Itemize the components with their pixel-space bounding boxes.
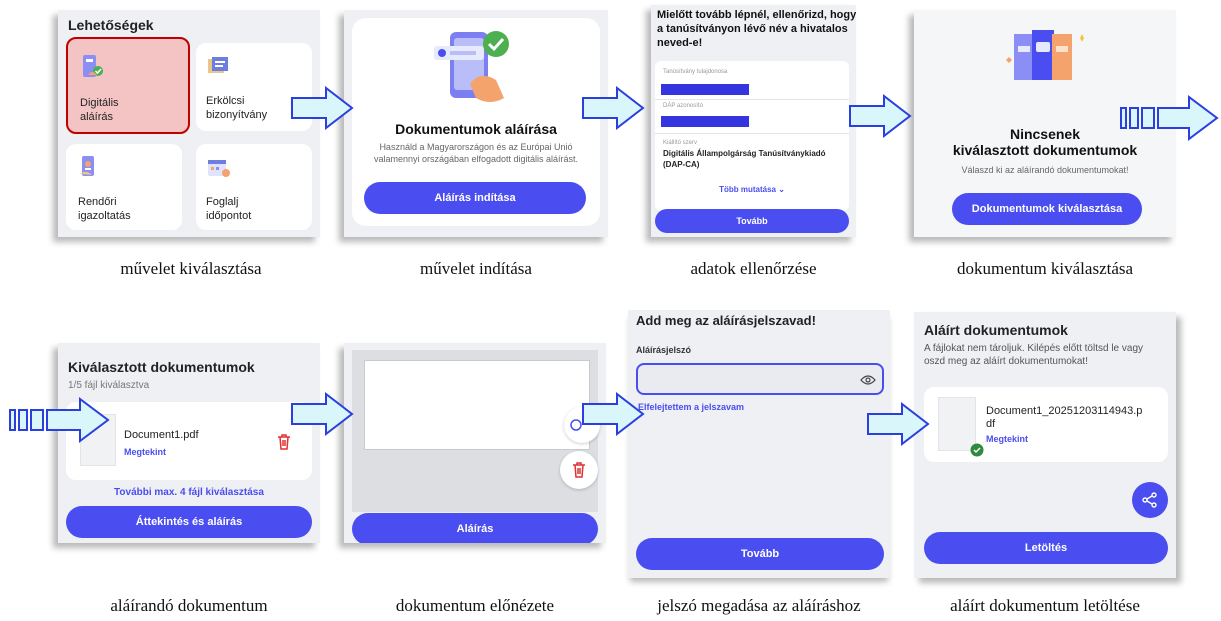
- panel-doc-preview: Aláírás: [344, 343, 606, 543]
- calendar-icon: [208, 160, 230, 177]
- selected-docs-title: Kiválasztott dokumentumok: [68, 359, 255, 375]
- select-documents-button[interactable]: Dokumentumok kiválasztása: [952, 193, 1142, 225]
- view-file-link[interactable]: Megtekint: [124, 447, 166, 457]
- check-circle-icon: [970, 443, 984, 457]
- tile-label-4b: időpontot: [206, 210, 252, 222]
- show-more-link[interactable]: Több mutatása ⌄: [655, 185, 849, 194]
- folders-icon: [1006, 30, 1084, 80]
- dap-redacted: [661, 116, 749, 127]
- divider: [655, 133, 849, 134]
- sign-title: Dokumentumok aláírása: [395, 121, 557, 137]
- tile-label-2a: Erkölcsi: [206, 95, 245, 107]
- continuation-arrow-icon: [1120, 95, 1219, 141]
- download-button[interactable]: Letöltés: [924, 532, 1168, 564]
- signed-file-card[interactable]: Document1_20251203114943.p df Megtekint: [924, 387, 1168, 462]
- owner-redacted: [661, 84, 749, 95]
- right-arrow-icon: [291, 86, 354, 130]
- field-issuer-value-1: Digitális Állampolgárság Tanúsítványkiad…: [663, 149, 826, 158]
- signed-file-name-1: Document1_20251203114943.p: [986, 405, 1143, 417]
- police-id-icon: [80, 156, 94, 176]
- right-arrow-icon: [582, 392, 645, 436]
- caption-step-7: jelszó megadása az aláíráshoz: [657, 596, 861, 615]
- share-button[interactable]: [1132, 482, 1168, 518]
- check-heading-1: Mielőtt tovább lépnél, ellenőrizd, hogy: [657, 9, 856, 21]
- delete-button[interactable]: [560, 451, 598, 489]
- tile-label-3a: Rendőri: [78, 196, 117, 208]
- caption-step-5: aláírandó dokumentum: [110, 596, 268, 615]
- panel-data-check: Mielőtt tovább lépnél, ellenőrizd, hogy …: [651, 5, 856, 237]
- divider: [655, 99, 849, 100]
- signed-desc-2: oszd meg az aláírt dokumentumokat!: [924, 356, 1088, 367]
- chevron-down-icon: ⌄: [778, 185, 785, 194]
- share-icon: [1142, 492, 1157, 508]
- caption-step-6: dokumentum előnézete: [395, 596, 555, 615]
- tile-label-2b: bizonyítvány: [206, 109, 268, 121]
- file-name: Document1.pdf: [124, 429, 199, 441]
- continue-button[interactable]: Tovább: [636, 538, 884, 570]
- tile-label-3b: igazoltatás: [78, 210, 131, 222]
- tile-label-1a: Digitális: [80, 97, 119, 109]
- field-owner-label: Tanúsítvány tulajdonosa: [663, 69, 728, 75]
- check-heading-2: a tanúsítványon lévő név a hivatalos: [657, 23, 848, 35]
- signed-file-name-2: df: [986, 418, 996, 430]
- right-arrow-icon: [849, 94, 912, 138]
- password-label: Aláírásjelszó: [636, 345, 692, 355]
- view-file-link[interactable]: Megtekint: [986, 434, 1028, 444]
- caption-step-4: dokumentum kiválasztása: [956, 259, 1134, 278]
- right-arrow-icon: [291, 392, 354, 436]
- eye-icon[interactable]: [860, 374, 876, 386]
- caption-step-2: művelet indítása: [420, 259, 532, 278]
- phone-check-icon: [434, 31, 509, 102]
- sign-button[interactable]: Aláírás: [352, 513, 598, 543]
- show-more-label: Több mutatása: [719, 185, 776, 194]
- signed-desc-1: A fájlokat nem tároljuk. Kilépés előtt t…: [924, 343, 1144, 354]
- certificate-details-card: Tanúsítvány tulajdonosa DÁP azonosító Ki…: [655, 61, 849, 211]
- panel-password: Add meg az aláírásjelszavad! Aláírásjels…: [628, 310, 890, 578]
- trash-icon: [573, 462, 585, 478]
- field-dap-label: DÁP azonosító: [663, 103, 703, 109]
- field-issuer-label: Kiállító szerv: [663, 140, 698, 146]
- panel-doc-to-sign: Kiválasztott dokumentumok 1/5 fájl kivál…: [58, 343, 320, 543]
- right-arrow-icon: [867, 402, 930, 446]
- options-title: Lehetőségek: [68, 17, 154, 33]
- sign-desc-1: Használd a Magyarországon és az Európai …: [379, 142, 573, 152]
- panel-action-select: Lehetőségek Digitális aláírás Erkölcsi b…: [58, 10, 320, 237]
- field-issuer-value-2: (DAP-CA): [663, 160, 700, 169]
- continue-button[interactable]: Tovább: [655, 209, 849, 233]
- panel-start-action: Dokumentumok aláírása Használd a Magyaro…: [344, 10, 608, 237]
- right-arrow-icon: [582, 86, 645, 130]
- check-heading-3: neved-e!: [657, 37, 703, 49]
- forgot-password-link[interactable]: Elfelejtettem a jelszavam: [638, 402, 744, 412]
- signed-docs-title: Aláírt dokumentumok: [924, 322, 1068, 338]
- sign-desc-2: valamennyi országában elfogadott digitál…: [373, 154, 579, 164]
- tile-digital-signature[interactable]: Digitális aláírás: [66, 37, 190, 134]
- panel-download: Aláírt dokumentumok A fájlokat nem tárol…: [914, 312, 1176, 578]
- caption-step-8: aláírt dokumentum letöltése: [950, 596, 1140, 615]
- select-more-link[interactable]: További max. 4 fájl kiválasztása: [58, 487, 320, 498]
- phone-sign-icon: [83, 55, 103, 77]
- trash-icon[interactable]: [277, 434, 291, 450]
- document-page: [364, 360, 590, 450]
- selected-count: 1/5 fájl kiválasztva: [68, 380, 150, 391]
- caption-step-3: adatok ellenőrzése: [690, 259, 817, 278]
- tile-police-check[interactable]: Rendőri igazoltatás: [66, 144, 182, 230]
- tile-book-appointment[interactable]: Foglalj időpontot: [196, 144, 312, 230]
- password-input[interactable]: [636, 363, 884, 395]
- password-title: Add meg az aláírásjelszavad!: [636, 313, 816, 328]
- tile-label-1b: aláírás: [80, 111, 114, 123]
- certificate-icon: [208, 57, 228, 73]
- continuation-arrow-icon: [9, 397, 110, 443]
- empty-desc: Válaszd ki az aláírandó dokumentumokat!: [961, 165, 1129, 175]
- caption-step-1: művelet kiválasztása: [120, 259, 262, 278]
- review-and-sign-button[interactable]: Áttekintés és aláírás: [66, 506, 312, 538]
- start-signing-button[interactable]: Aláírás indítása: [364, 182, 586, 214]
- empty-title-2: kiválasztott dokumentumok: [952, 142, 1138, 158]
- tile-label-4a: Foglalj: [206, 196, 239, 208]
